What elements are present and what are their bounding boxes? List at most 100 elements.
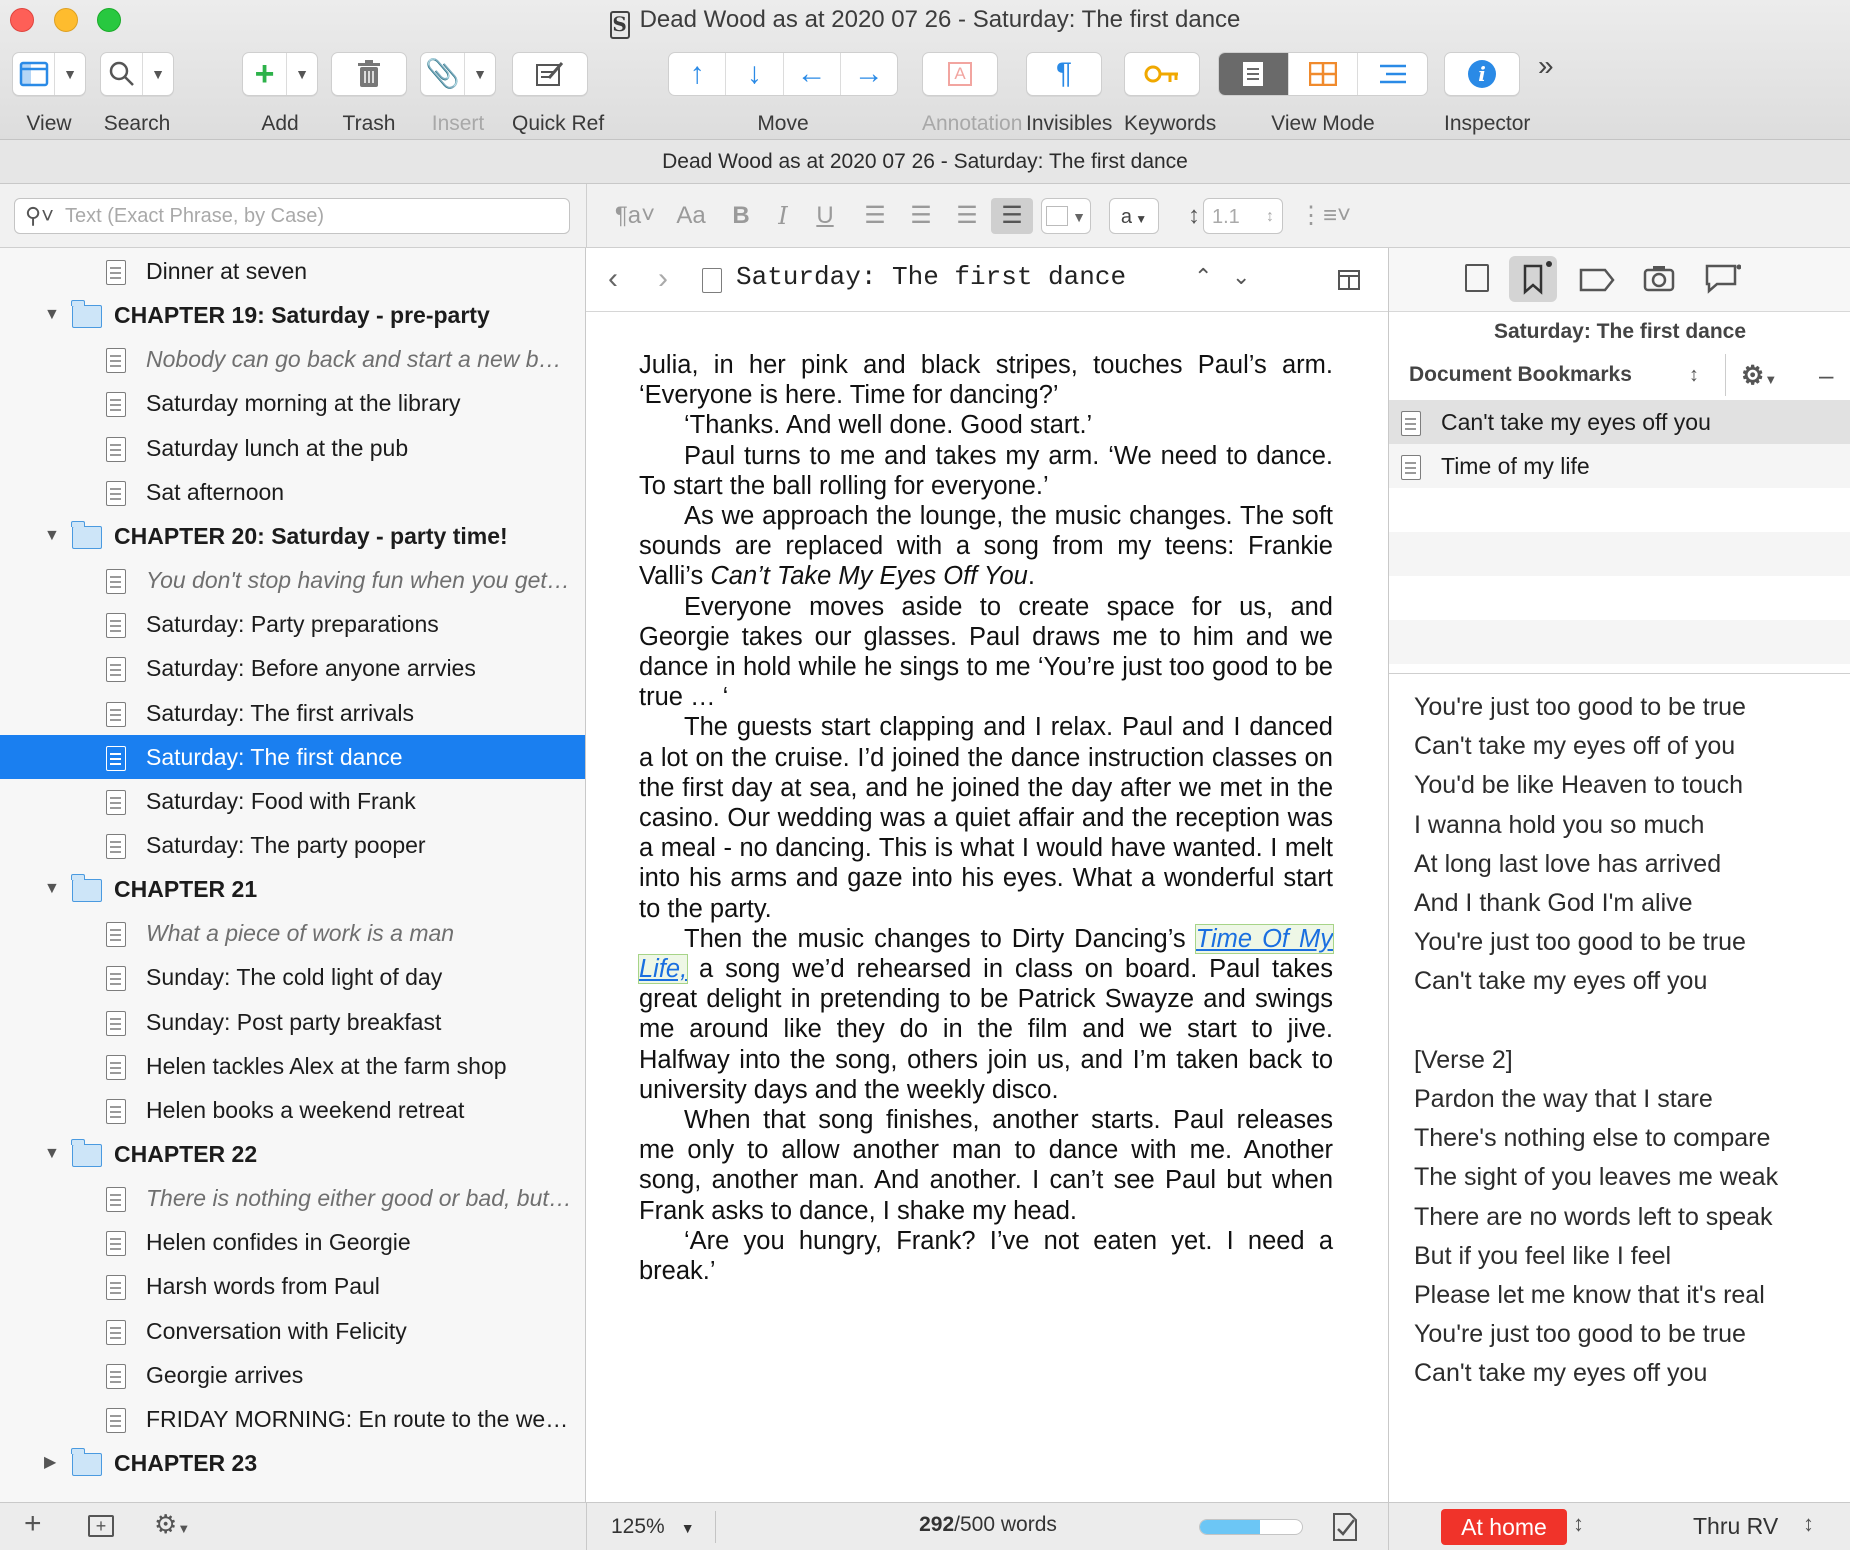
- quick-ref-button[interactable]: [512, 52, 588, 96]
- binder-item[interactable]: Saturday: The first arrivals: [0, 691, 585, 735]
- inspector-button[interactable]: i: [1444, 52, 1520, 96]
- list-style-icon[interactable]: ⋮≡˅: [1299, 198, 1351, 234]
- binder-item[interactable]: Dinner at seven: [0, 249, 585, 293]
- binder-item[interactable]: Saturday: The party pooper: [0, 823, 585, 867]
- snapshots-tab-icon[interactable]: [1643, 264, 1675, 297]
- highlight-color-picker[interactable]: ▼: [1041, 198, 1091, 234]
- font-size-label[interactable]: Aa: [671, 198, 711, 234]
- scrivenings-mode-icon[interactable]: [1219, 53, 1289, 95]
- move-left-arrow-icon[interactable]: ←: [784, 53, 841, 95]
- align-left-icon[interactable]: ☰: [857, 198, 893, 234]
- binder-item[interactable]: What a piece of work is a man: [0, 911, 585, 955]
- bookmark-preview-text[interactable]: You're just too good to be true Can't ta…: [1414, 688, 1844, 1394]
- status-badge[interactable]: At home: [1441, 1509, 1567, 1545]
- annotation-button[interactable]: A: [922, 52, 998, 96]
- binder-item[interactable]: There is nothing either good or bad, but…: [0, 1176, 585, 1220]
- label-stepper-icon[interactable]: ↕: [1803, 1511, 1814, 1537]
- notes-tab-icon[interactable]: [1465, 264, 1489, 292]
- align-center-icon[interactable]: ☰: [903, 198, 939, 234]
- add-item-icon[interactable]: +: [24, 1507, 42, 1541]
- back-arrow-icon[interactable]: ‹: [608, 262, 618, 296]
- invisibles-toolbar-item[interactable]: ¶ Invisibles: [1026, 52, 1112, 136]
- binder-folder[interactable]: ▼ CHAPTER 19: Saturday - pre-party: [0, 293, 585, 337]
- add-folder-icon[interactable]: +: [88, 1515, 114, 1537]
- binder-item[interactable]: Conversation with Felicity: [0, 1309, 585, 1353]
- trash-button[interactable]: [331, 52, 407, 96]
- binder-item[interactable]: Helen books a weekend retreat: [0, 1088, 585, 1132]
- insert-toolbar-item[interactable]: 📎 ▼ Insert: [420, 52, 496, 136]
- search-button[interactable]: ▼: [100, 52, 174, 96]
- invisibles-button[interactable]: ¶: [1026, 52, 1102, 96]
- binder-folder[interactable]: ▶ CHAPTER 23: [0, 1441, 585, 1485]
- metadata-tab-icon[interactable]: [1579, 268, 1615, 297]
- keywords-button[interactable]: [1124, 52, 1200, 96]
- move-toolbar-item[interactable]: ↑ ↓ ← → Move: [668, 52, 898, 136]
- binder-folder[interactable]: ▼ CHAPTER 20: Saturday - party time!: [0, 514, 585, 558]
- quick-ref-toolbar-item[interactable]: Quick Ref: [512, 52, 604, 136]
- binder-item[interactable]: Helen tackles Alex at the farm shop: [0, 1044, 585, 1088]
- bookmarks-tab[interactable]: [1509, 256, 1557, 302]
- split-editor-icon[interactable]: [1338, 270, 1360, 290]
- binder-item[interactable]: Saturday: Party preparations: [0, 602, 585, 646]
- disclosure-expanded-icon[interactable]: ▼: [44, 1132, 60, 1176]
- gear-icon[interactable]: ⚙▼: [154, 1509, 190, 1540]
- annotation-toolbar-item[interactable]: A Annotation: [922, 52, 1022, 136]
- comments-tab-icon[interactable]: [1705, 264, 1742, 299]
- move-down-arrow-icon[interactable]: ↓: [726, 53, 784, 95]
- insert-button[interactable]: 📎 ▼: [420, 52, 496, 96]
- disclosure-expanded-icon[interactable]: ▼: [44, 514, 60, 558]
- remove-bookmark-icon[interactable]: –: [1819, 354, 1833, 396]
- toolbar-overflow-icon[interactable]: »: [1538, 50, 1554, 82]
- binder-item[interactable]: Nobody can go back and start a new begin…: [0, 337, 585, 381]
- outline-mode-icon[interactable]: [1358, 53, 1427, 95]
- binder-item[interactable]: Saturday lunch at the pub: [0, 426, 585, 470]
- editor-pane[interactable]: Julia, in her pink and black stripes, to…: [586, 312, 1388, 1502]
- add-toolbar-item[interactable]: + ▼ Add: [242, 52, 318, 136]
- bold-button[interactable]: B: [725, 198, 757, 234]
- label-value[interactable]: Thru RV: [1693, 1513, 1778, 1540]
- binder-item[interactable]: Saturday: Food with Frank: [0, 779, 585, 823]
- text-color-picker[interactable]: a ▼: [1109, 198, 1159, 234]
- binder-item[interactable]: Sunday: Post party breakfast: [0, 1000, 585, 1044]
- view-toolbar-item[interactable]: ▼ View: [12, 52, 86, 136]
- forward-arrow-icon[interactable]: ›: [658, 262, 668, 296]
- binder-folder[interactable]: ▼ CHAPTER 22: [0, 1132, 585, 1176]
- add-button[interactable]: + ▼: [242, 52, 318, 96]
- binder-item[interactable]: Saturday: Before anyone arrvies: [0, 646, 585, 690]
- search-toolbar-item[interactable]: ▼ Search: [100, 52, 174, 136]
- justify-icon[interactable]: ☰: [991, 198, 1033, 234]
- move-segmented-control[interactable]: ↑ ↓ ← →: [668, 52, 898, 96]
- underline-button[interactable]: U: [809, 198, 841, 234]
- binder-item[interactable]: FRIDAY MORNING: En route to the weekend: [0, 1397, 585, 1441]
- keywords-toolbar-item[interactable]: Keywords: [1124, 52, 1216, 136]
- line-spacing-field[interactable]: 1.1 ↕: [1203, 198, 1283, 234]
- binder-item[interactable]: Saturday morning at the library: [0, 381, 585, 425]
- italic-button[interactable]: I: [767, 198, 799, 234]
- disclosure-expanded-icon[interactable]: ▼: [44, 867, 60, 911]
- binder-item[interactable]: You don't stop having fun when you get o…: [0, 558, 585, 602]
- binder-item[interactable]: Sunday: The cold light of day: [0, 955, 585, 999]
- view-mode-toolbar-item[interactable]: View Mode: [1218, 52, 1428, 136]
- section-chooser-icon[interactable]: ↕: [1689, 354, 1699, 396]
- target-icon[interactable]: [1331, 1511, 1359, 1548]
- next-document-icon[interactable]: ⌄: [1232, 264, 1250, 290]
- view-mode-segmented-control[interactable]: [1218, 52, 1428, 96]
- binder-item[interactable]: Saturday: The first dance: [0, 734, 585, 779]
- align-right-icon[interactable]: ☰: [949, 198, 985, 234]
- disclosure-expanded-icon[interactable]: ▼: [44, 293, 60, 337]
- view-button[interactable]: ▼: [12, 52, 86, 96]
- gear-icon[interactable]: ⚙▼: [1741, 354, 1777, 401]
- trash-toolbar-item[interactable]: Trash: [331, 52, 407, 136]
- binder-item[interactable]: Harsh words from Paul: [0, 1264, 585, 1308]
- disclosure-collapsed-icon[interactable]: ▶: [44, 1441, 56, 1485]
- bookmark-item[interactable]: Time of my life: [1389, 444, 1850, 488]
- paragraph-style-icon[interactable]: ¶a˅: [609, 198, 661, 234]
- status-stepper-icon[interactable]: ↕: [1573, 1511, 1584, 1537]
- bookmark-item[interactable]: Can't take my eyes off you: [1389, 400, 1850, 444]
- move-up-arrow-icon[interactable]: ↑: [669, 53, 727, 95]
- binder-item[interactable]: Georgie arrives: [0, 1353, 585, 1397]
- previous-document-icon[interactable]: ⌃: [1194, 264, 1212, 290]
- move-right-arrow-icon[interactable]: →: [841, 53, 897, 95]
- binder-item[interactable]: Sat afternoon: [0, 470, 585, 514]
- inspector-toolbar-item[interactable]: i Inspector: [1444, 52, 1530, 136]
